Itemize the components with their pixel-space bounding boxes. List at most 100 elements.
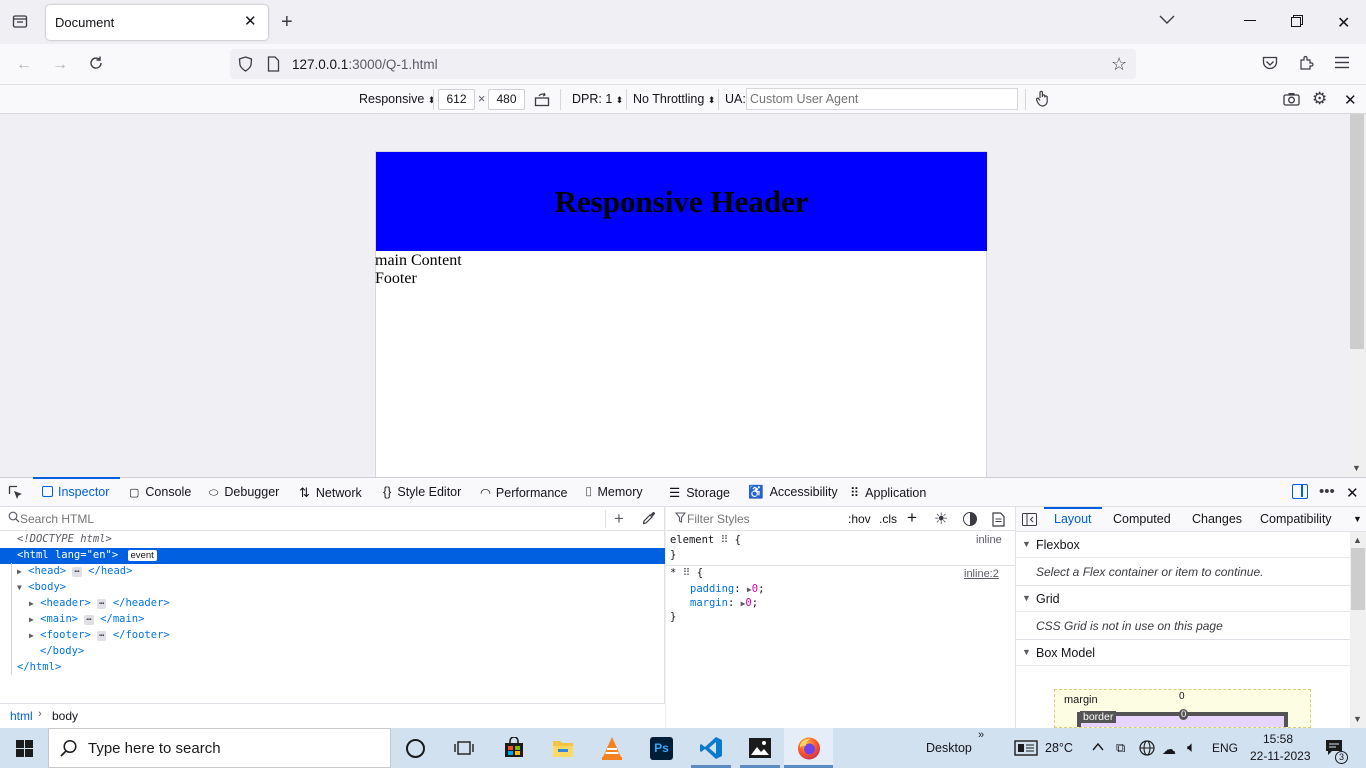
dark-scheme-icon[interactable] [963,512,977,526]
taskbar-search-placeholder[interactable]: Type here to search [88,740,221,757]
weather-icon[interactable] [1014,739,1038,760]
expand-arrow-icon[interactable]: ▶ [17,567,22,576]
settings-gear-icon[interactable]: ⚙ [1312,89,1327,109]
window-close-icon[interactable]: ✕ [1337,13,1350,33]
breadcrumb-body[interactable]: body [52,709,78,723]
touch-simulation-icon[interactable] [1035,90,1050,110]
box-model-section-header[interactable]: ▼ Box Model [1016,640,1350,666]
dpr-selector[interactable]: DPR: 1 ⬍ [572,92,623,106]
tab-storage[interactable]: ☰ Storage [669,485,730,500]
light-scheme-icon[interactable]: ☀ [934,509,948,529]
scroll-up-arrow-icon[interactable]: ▲ [1353,535,1362,545]
menu-icon[interactable] [1335,56,1349,72]
task-view-icon[interactable] [454,739,474,760]
html-node[interactable]: <html lang="en"> event [17,549,157,561]
viewport-width-input[interactable]: 612 [438,89,475,110]
microsoft-store-icon[interactable] [503,736,525,762]
collapsed-badge[interactable]: ⋯ [97,599,107,609]
desktop-toolbar-label[interactable]: Desktop [926,741,972,755]
meet-now-icon[interactable]: ⧉ [1116,740,1125,756]
tab-inspector[interactable]: Inspector [42,485,109,499]
hover-toggle[interactable]: :hov [848,512,871,526]
doctype-node[interactable]: <!DOCTYPE html> [17,533,112,545]
tab-compatibility[interactable]: Compatibility [1260,512,1332,526]
header-node[interactable]: ▶ <header> ⋯ </header> [29,597,170,609]
box-model-border[interactable]: border 0 [1077,709,1288,727]
tab-debugger[interactable]: ⬭ Debugger [209,485,279,500]
browser-tab[interactable]: Document ✕ [46,5,268,40]
throttling-selector[interactable]: No Throttling ⬍ [633,92,715,106]
rotate-icon[interactable] [534,91,550,110]
cortana-icon[interactable] [406,739,425,758]
tab-accessibility[interactable]: ♿ Accessibility [748,485,838,500]
collapsed-badge[interactable]: ⋯ [72,567,82,577]
more-options-icon[interactable]: ••• [1319,483,1335,500]
tab-list-icon[interactable] [10,13,30,31]
body-node[interactable]: ▼ <body> [17,581,66,593]
scrollbar-thumb[interactable] [1350,114,1364,349]
viewport-height-input[interactable]: 480 [488,89,525,110]
print-simulation-icon[interactable] [992,512,1005,530]
event-badge[interactable]: event [127,550,157,561]
minimize-icon[interactable] [1244,20,1256,21]
grid-highlight-icon[interactable]: ⠿ [721,534,729,546]
universal-rule[interactable]: * ⠿ { [670,567,703,579]
tab-network[interactable]: ⇅ Network [299,485,362,501]
scroll-down-arrow-icon[interactable]: ▼ [1352,463,1361,473]
forward-icon[interactable]: → [52,56,68,74]
tab-performance[interactable]: ◠ Performance [480,485,567,500]
page-icon[interactable] [267,56,280,75]
class-toggle[interactable]: .cls [879,512,897,526]
expand-arrow-icon[interactable]: ▶ [29,631,34,640]
toggle-sidebar-icon[interactable] [1022,513,1037,529]
user-agent-input[interactable] [746,88,1018,110]
screenshot-icon[interactable] [1283,92,1300,109]
head-node[interactable]: ▶ <head> ⋯ </head> [17,565,132,577]
temperature[interactable]: 28°C [1045,741,1073,755]
box-model-margin[interactable]: margin 0 border 0 [1054,689,1311,728]
main-node[interactable]: ▶ <main> ⋯ </main> [29,613,144,625]
breadcrumb-html[interactable]: html [10,709,33,723]
margin-declaration[interactable]: margin: ▶0; [690,597,758,609]
tab-changes[interactable]: Changes [1192,512,1242,526]
extensions-icon[interactable] [1298,55,1314,74]
tab-close-icon[interactable]: ✕ [244,12,257,30]
collapsed-badge[interactable]: ⋯ [84,615,94,625]
bookmark-star-icon[interactable]: ☆ [1111,54,1127,75]
toolbar-expand-chevron[interactable]: » [978,729,984,741]
scroll-down-arrow-icon[interactable]: ▼ [1353,714,1362,724]
tab-console[interactable]: ▢ Console [129,485,191,499]
vscode-icon[interactable] [699,736,723,763]
url-text[interactable]: 127.0.0.1:3000/Q-1.html [292,57,438,72]
clock-date[interactable]: 22-11-2023 [1250,749,1311,763]
dock-side-icon[interactable] [1292,484,1308,499]
new-tab-icon[interactable]: + [281,11,293,34]
grid-section-header[interactable]: ▼ Grid [1016,586,1350,612]
vlc-icon[interactable] [601,736,623,763]
grid-highlight-icon[interactable]: ⠿ [683,567,691,579]
photoshop-icon[interactable]: Ps [650,737,673,760]
add-node-icon[interactable]: + [614,509,624,529]
universal-rule-source[interactable]: inline:2 [964,568,999,580]
eyedropper-icon[interactable] [642,511,656,528]
firefox-icon[interactable] [797,736,821,763]
photos-icon[interactable] [748,737,772,762]
search-html-input[interactable] [20,510,580,528]
padding-declaration[interactable]: padding: ▶0; [690,583,764,595]
tab-computed[interactable]: Computed [1113,512,1171,526]
collapse-arrow-icon[interactable]: ▼ [17,583,22,592]
body-close-node[interactable]: </body> [40,645,84,657]
volume-icon[interactable]: 🔈︎ [1187,739,1196,756]
element-rule[interactable]: element ⠿ { [670,534,741,546]
margin-top-value[interactable]: 0 [1179,691,1185,702]
tab-style-editor[interactable]: {} Style Editor [383,485,461,499]
footer-node[interactable]: ▶ <footer> ⋯ </footer> [29,629,170,641]
html-close-node[interactable]: </html> [17,661,61,673]
sidebar-overflow-icon[interactable]: ▼ [1353,514,1362,524]
back-icon[interactable]: ← [16,56,32,74]
language-globe-icon[interactable] [1139,740,1155,759]
show-hidden-icons-chevron-icon[interactable] [1092,741,1104,755]
expand-arrow-icon[interactable]: ▶ [29,615,34,624]
tab-layout[interactable]: Layout [1054,512,1092,526]
input-language[interactable]: ENG [1212,741,1238,755]
